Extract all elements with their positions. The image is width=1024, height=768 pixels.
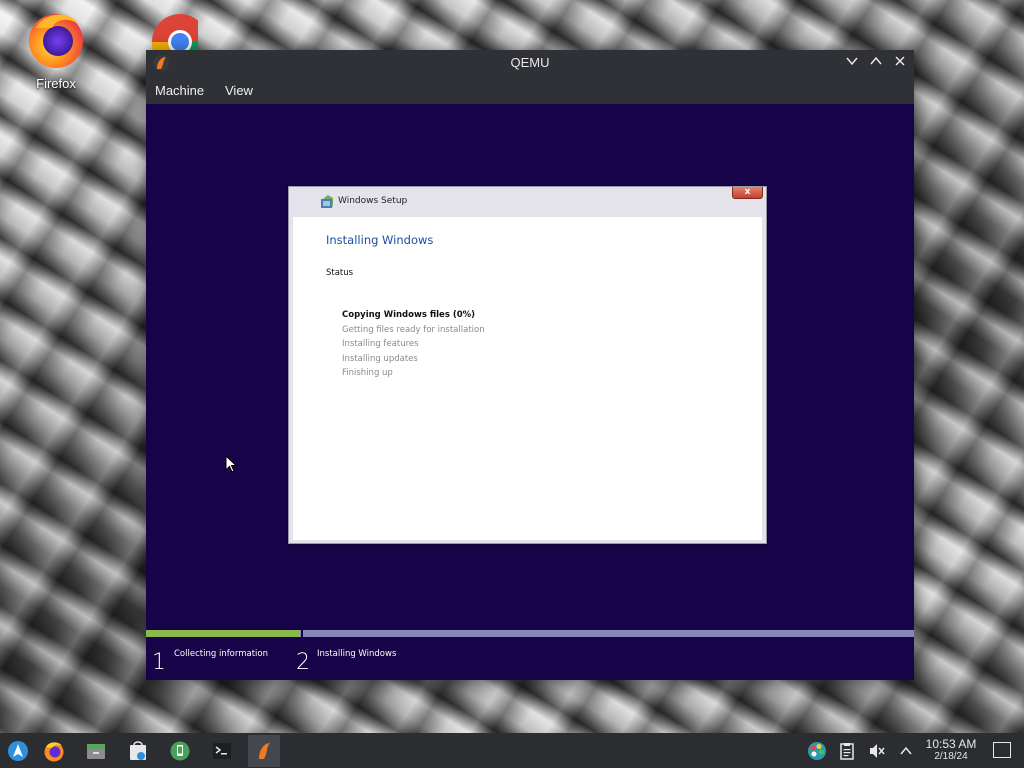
kde-connect-icon xyxy=(170,741,190,761)
chevron-down-icon xyxy=(846,57,858,66)
progress-track xyxy=(146,630,914,637)
install-step: Getting files ready for installation xyxy=(342,324,485,335)
taskbar-kde-connect[interactable] xyxy=(164,735,196,767)
phase-number: 2 xyxy=(296,650,310,675)
progress-divider xyxy=(301,630,303,637)
windows-setup-dialog: Windows Setup x Installing Windows Statu… xyxy=(288,186,767,544)
dialog-title: Windows Setup xyxy=(338,196,408,206)
tray-expand[interactable] xyxy=(896,741,916,761)
color-picker-icon xyxy=(808,742,826,760)
close-button[interactable] xyxy=(891,54,909,72)
install-step: Installing features xyxy=(342,339,419,349)
mouse-pointer-icon xyxy=(225,455,237,473)
menu-machine[interactable]: Machine xyxy=(155,83,204,98)
install-step: Finishing up xyxy=(342,368,393,378)
volume-muted-icon xyxy=(870,744,885,758)
clipboard-icon xyxy=(840,743,854,760)
qemu-window: QEMU Machine View Windows Setup x Instal… xyxy=(146,50,914,680)
phase-number: 1 xyxy=(152,650,166,675)
app-launcher-icon xyxy=(8,741,28,761)
desktop-icon-firefox[interactable]: Firefox xyxy=(16,8,96,91)
taskbar-firefox[interactable] xyxy=(38,735,70,767)
menu-view[interactable]: View xyxy=(225,83,253,98)
taskbar-clock[interactable]: 10:53 AM 2/18/24 xyxy=(922,738,980,763)
firefox-icon xyxy=(29,14,83,68)
menu-bar: Machine View xyxy=(146,77,914,104)
clock-time: 10:53 AM xyxy=(925,737,977,751)
file-manager-icon xyxy=(87,744,105,759)
install-step-list: Copying Windows files (0%) Getting files… xyxy=(342,310,485,383)
qemu-icon xyxy=(259,743,270,759)
taskbar-terminal[interactable] xyxy=(206,735,238,767)
status-label: Status xyxy=(326,268,354,278)
close-icon xyxy=(895,56,905,66)
window-titlebar[interactable]: QEMU xyxy=(146,50,914,77)
phase-label: Installing Windows xyxy=(317,649,397,659)
chevron-up-icon xyxy=(870,56,882,65)
windows-setup-icon xyxy=(321,195,333,208)
taskbar: 10:53 AM 2/18/24 xyxy=(0,733,1024,768)
dialog-titlebar[interactable]: Windows Setup x xyxy=(289,187,766,217)
taskbar-qemu[interactable] xyxy=(248,735,280,767)
tray-color-picker[interactable] xyxy=(807,741,827,761)
install-step: Installing updates xyxy=(342,353,418,364)
window-title: QEMU xyxy=(510,55,550,70)
dialog-body: Installing Windows Status Copying Window… xyxy=(293,217,762,540)
firefox-icon xyxy=(44,742,64,762)
progress-fill xyxy=(146,630,300,637)
dialog-close-button[interactable]: x xyxy=(732,187,763,199)
taskbar-software-store[interactable] xyxy=(122,735,154,767)
terminal-icon xyxy=(213,743,231,759)
page-title: Installing Windows xyxy=(326,233,434,247)
phase-label: Collecting information xyxy=(174,649,268,659)
install-step: Copying Windows files (0%) xyxy=(342,310,476,320)
clock-date: 2/18/24 xyxy=(934,751,968,762)
setup-phase-progress: 1 Collecting information 2 Installing Wi… xyxy=(146,630,914,680)
maximize-button[interactable] xyxy=(867,54,885,72)
taskbar-app-launcher[interactable] xyxy=(2,735,34,767)
show-desktop-button[interactable] xyxy=(993,742,1011,758)
minimize-button[interactable] xyxy=(843,54,861,72)
desktop-icon-label: Firefox xyxy=(36,76,76,91)
tray-clipboard[interactable] xyxy=(837,741,857,761)
software-store-icon xyxy=(130,741,146,760)
taskbar-file-manager[interactable] xyxy=(80,735,112,767)
chevron-up-icon xyxy=(900,746,912,755)
guest-display[interactable]: Windows Setup x Installing Windows Statu… xyxy=(146,104,914,680)
tray-volume[interactable] xyxy=(867,741,887,761)
